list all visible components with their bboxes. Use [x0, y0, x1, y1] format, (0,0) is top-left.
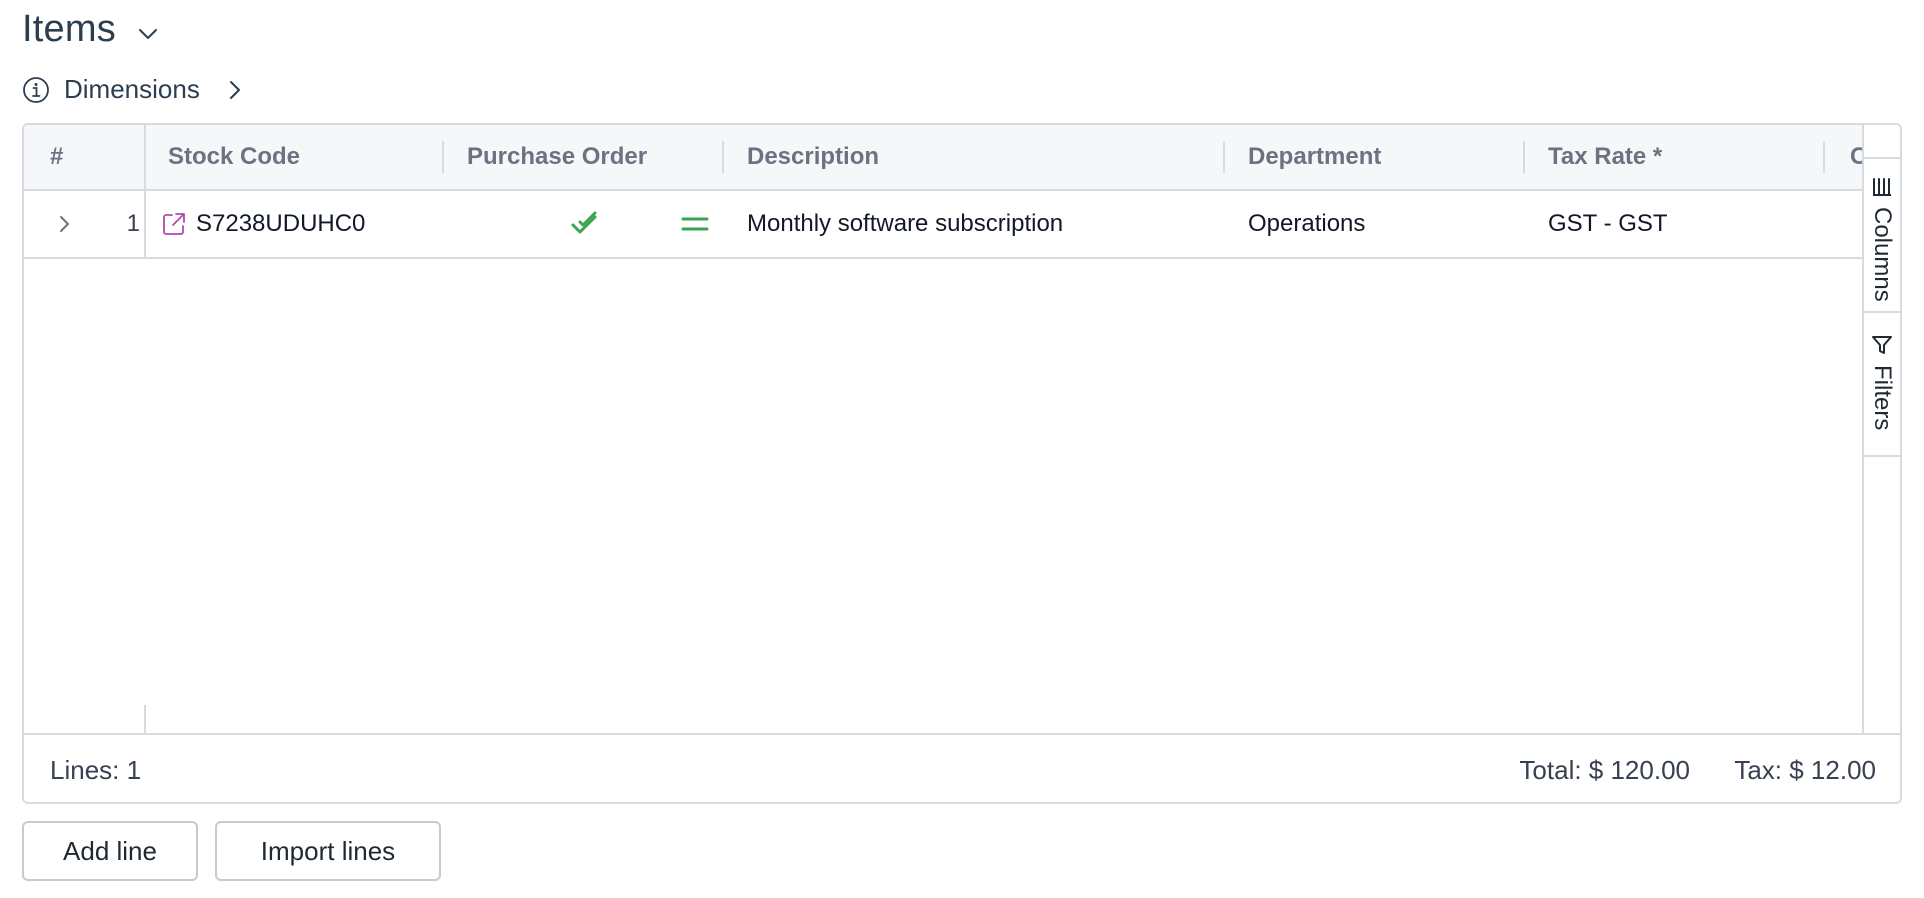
grid-footer: Lines: 1 Total: $ 120.00 Tax: $ 12.00	[24, 733, 1900, 802]
column-resize-handle[interactable]	[1823, 141, 1825, 173]
column-header-partial[interactable]: C	[1850, 125, 1862, 189]
import-lines-button[interactable]: Import lines	[215, 821, 441, 881]
stock-code-cell[interactable]: S7238UDUHC0	[160, 191, 365, 257]
items-panel: Items Dimensions # Stock Code Purchase O…	[0, 0, 1924, 898]
column-header-stock-code[interactable]: Stock Code	[168, 125, 300, 189]
equals-icon	[681, 217, 709, 231]
pinned-column-divider	[144, 125, 146, 259]
add-line-button[interactable]: Add line	[22, 821, 198, 881]
pinned-column-divider	[144, 705, 146, 733]
side-tool-panel: Columns Filters	[1862, 125, 1900, 733]
external-link-icon[interactable]	[160, 210, 188, 238]
row-number: 1	[126, 210, 140, 237]
columns-panel-toggle[interactable]: Columns	[1864, 157, 1900, 313]
column-resize-handle[interactable]	[1523, 141, 1525, 173]
column-resize-handle[interactable]	[1223, 141, 1225, 173]
columns-icon	[1873, 178, 1891, 196]
page-title: Items	[22, 8, 116, 50]
column-header-purchase-order[interactable]: Purchase Order	[467, 125, 647, 189]
purchase-order-match[interactable]	[680, 191, 710, 257]
items-grid: # Stock Code Purchase Order Description …	[22, 123, 1902, 804]
columns-label: Columns	[1869, 207, 1896, 302]
column-resize-handle[interactable]	[722, 141, 724, 173]
dimensions-toggle[interactable]: Dimensions	[22, 74, 246, 105]
column-header-department[interactable]: Department	[1248, 125, 1381, 189]
description-cell[interactable]: Monthly software subscription	[747, 191, 1063, 257]
department-cell[interactable]: Operations	[1248, 191, 1365, 257]
column-header-number[interactable]: #	[50, 125, 63, 189]
table-row[interactable]: 1 S7238UDUHC0 Monthly software subscript…	[24, 191, 1862, 259]
chevron-right-icon	[60, 216, 69, 232]
dimensions-label: Dimensions	[64, 74, 200, 104]
row-expand-button[interactable]	[54, 191, 78, 257]
filters-panel-toggle[interactable]: Filters	[1864, 313, 1900, 457]
column-header-description[interactable]: Description	[747, 125, 879, 189]
double-check-icon	[571, 211, 597, 234]
chevron-right-icon	[229, 80, 240, 99]
grid-header: # Stock Code Purchase Order Description …	[24, 125, 1862, 191]
info-icon	[23, 76, 49, 103]
tax-rate-cell[interactable]: GST - GST	[1548, 191, 1668, 257]
purchase-order-status[interactable]	[570, 191, 602, 257]
tax-amount: Tax: $ 12.00	[1734, 755, 1876, 785]
total-amount: Total: $ 120.00	[1519, 755, 1690, 785]
lines-count: Lines: 1	[50, 755, 142, 785]
filter-icon	[1872, 336, 1892, 354]
column-header-tax-rate[interactable]: Tax Rate *	[1548, 125, 1662, 189]
column-resize-handle[interactable]	[442, 141, 444, 173]
items-title-row: Items	[22, 8, 160, 51]
filters-label: Filters	[1869, 365, 1896, 431]
stock-code-value: S7238UDUHC0	[196, 210, 366, 237]
chevron-down-icon[interactable]	[136, 22, 160, 46]
